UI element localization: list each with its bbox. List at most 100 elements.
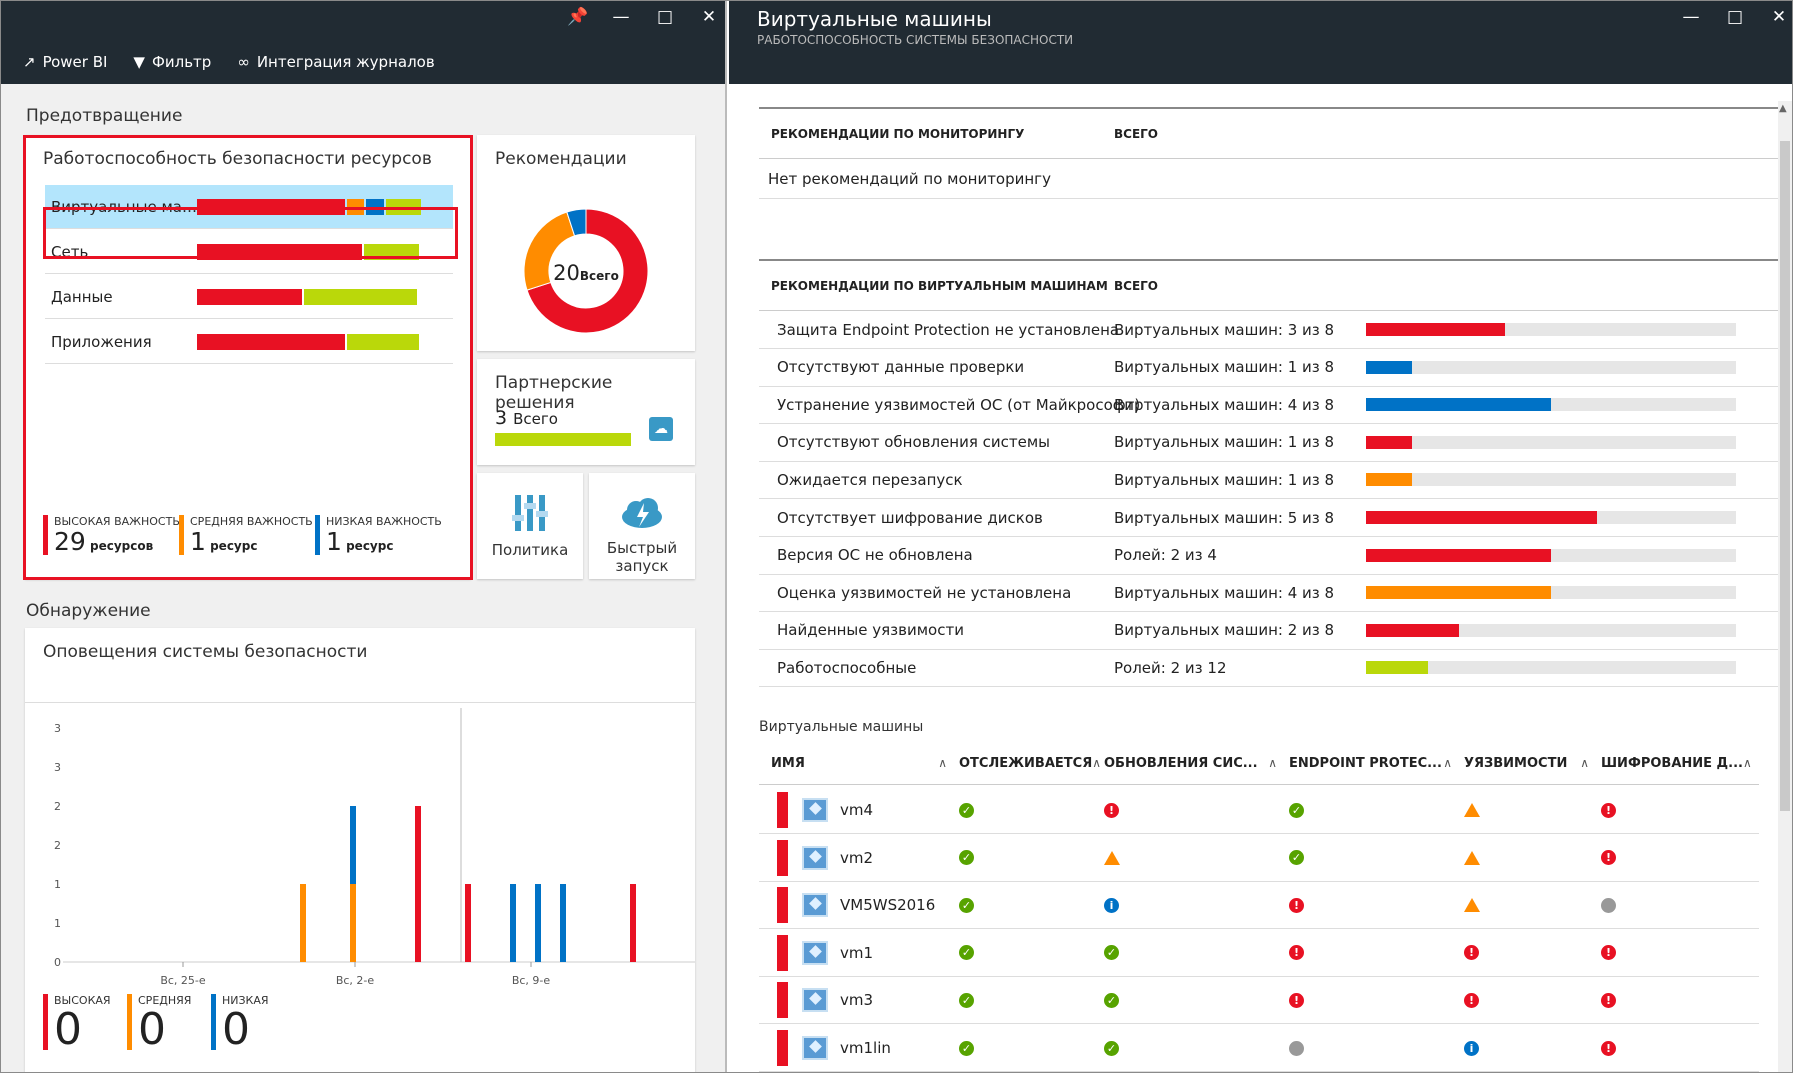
vm-table-row[interactable]: vm1lin ✓ ✓ i!: [759, 1025, 1759, 1072]
vm-rec-row[interactable]: Найденные уязвимости Виртуальных машин: 2…: [759, 612, 1789, 650]
legend-count: 0: [54, 1004, 82, 1055]
vm-table-row[interactable]: vm3 ✓ ✓!!!: [759, 977, 1759, 1025]
minimize-icon[interactable]: —: [611, 7, 631, 27]
vm-status-cell: ✓: [1104, 992, 1289, 1008]
highlight-frame: [23, 135, 473, 580]
right-window-controls: — □ ✕: [1681, 7, 1789, 27]
vm-rec-bar-track: [1366, 473, 1736, 487]
warning-icon: [1464, 803, 1480, 817]
vm-table-row[interactable]: vm4 ✓! ✓!: [759, 787, 1759, 834]
pin-icon[interactable]: 📌: [567, 7, 588, 27]
monitoring-col-total: ВСЕГО: [1114, 126, 1158, 141]
recommendations-total-unit: Всего: [579, 269, 619, 283]
check-icon: ✓: [1104, 992, 1119, 1008]
policy-tile[interactable]: Политика: [477, 473, 583, 579]
partner-solutions-card[interactable]: Партнерские решения 3 Всего ☁: [477, 359, 695, 465]
virtual-machines-blade: Виртуальные машины РАБОТОСПОСОБНОСТЬ СИС…: [729, 1, 1792, 1072]
alert-bar: [535, 884, 541, 962]
vm-status-cell: ✓: [959, 802, 1104, 818]
prevention-section-title: Предотвращение: [26, 106, 183, 126]
sort-chevron-icon[interactable]: ∧: [1092, 756, 1101, 770]
sort-chevron-icon[interactable]: ∧: [1743, 756, 1752, 770]
vm-rec-row[interactable]: Защита Endpoint Protection не установлен…: [759, 311, 1789, 349]
legend-text: ВЫСОКАЯ 0: [54, 994, 111, 1053]
y-tick-label: 2: [54, 800, 61, 813]
vm-status-cell: ✓: [959, 850, 1104, 866]
quickstart-tile[interactable]: Быстрый запуск: [589, 473, 695, 579]
alert-bar: [465, 884, 471, 962]
scroll-up-icon[interactable]: ▲: [1779, 103, 1787, 114]
vm-column-header[interactable]: ИМЯ ∧: [759, 756, 959, 771]
check-icon: ✓: [1289, 802, 1304, 818]
vm-table-row[interactable]: vm1 ✓ ✓!!!: [759, 930, 1759, 977]
close-icon[interactable]: ✕: [699, 7, 719, 27]
vm-column-header[interactable]: ШИФРОВАНИЕ Д... ∧: [1601, 756, 1759, 771]
vm-name-cell: vm2: [759, 839, 959, 876]
vm-rec-total: Ролей: 2 из 4: [1114, 546, 1217, 565]
filter-icon: ▼: [133, 53, 145, 71]
vm-status-cell: !: [1104, 802, 1289, 818]
vm-rec-row[interactable]: Оценка уязвимостей не установлена Виртуал…: [759, 574, 1789, 613]
sort-chevron-icon[interactable]: ∧: [1580, 756, 1589, 770]
vm-rec-row[interactable]: Работоспособные Ролей: 2 из 12: [759, 649, 1789, 688]
vm-rec-row[interactable]: Отсутствуют обновления системы Виртуальны…: [759, 424, 1789, 462]
recommendations-total: 20Всего: [477, 261, 695, 285]
vm-rec-name: Устранение уязвимостей ОС (от Майкрософт…: [777, 395, 1141, 414]
vm-table-row[interactable]: vm2 ✓ ✓!: [759, 835, 1759, 882]
legend-text: НИЗКАЯ 0: [222, 994, 269, 1053]
maximize-icon[interactable]: □: [1725, 7, 1745, 27]
vm-column-header[interactable]: ОТСЛЕЖИВАЕТСЯ ∧: [959, 756, 1104, 771]
maximize-icon[interactable]: □: [655, 7, 675, 27]
vm-status-cell: ✓: [959, 897, 1104, 913]
vm-name-cell: vm1: [759, 934, 959, 971]
alert-bar: [630, 884, 636, 962]
vm-severity-stripe: [777, 1030, 788, 1066]
vm-rec-bar-fill: [1366, 323, 1505, 336]
vm-name-cell: vm4: [759, 792, 959, 828]
virtual-machine-icon: [802, 988, 828, 1013]
alerts-divider: [25, 702, 695, 703]
right-scrollbar[interactable]: ▲: [1778, 101, 1792, 1072]
x-tick-label: Вс, 2-е: [336, 974, 375, 987]
vm-status-cell: [1464, 850, 1601, 865]
vm-rec-total: Виртуальных машин: 1 из 8: [1114, 433, 1335, 452]
recommendations-total-count: 20: [553, 261, 580, 285]
alert-bar: [350, 884, 356, 962]
warning-icon: [1464, 898, 1480, 913]
check-icon: ✓: [959, 1040, 974, 1056]
alerts-chart: 0 1 1 2 2 3 3 Вс, 25-е Вс, 2-е Вс, 9-е: [54, 708, 695, 987]
vm-rec-total: Виртуальных машин: 5 из 8: [1114, 508, 1335, 527]
recommendations-card[interactable]: Рекомендации 20Всего: [477, 135, 695, 351]
power-bi-button[interactable]: ↗ Power BI: [23, 53, 107, 71]
log-integration-button[interactable]: ∞ Интеграция журналов: [237, 53, 434, 71]
vm-status-cell: [1464, 898, 1601, 913]
alert-legend-item[interactable]: СРЕДНЯЯ 0: [127, 994, 191, 1053]
alert-legend-item[interactable]: НИЗКАЯ 0: [211, 994, 269, 1053]
minimize-icon[interactable]: —: [1681, 7, 1701, 27]
vm-column-header[interactable]: ENDPOINT PROTEC... ∧: [1289, 756, 1464, 771]
vm-severity-stripe: [777, 982, 788, 1019]
scroll-thumb[interactable]: [1780, 141, 1790, 811]
security-alerts-card[interactable]: Оповещения системы безопасности 0 1 1 2 2 3 3 В…: [25, 628, 695, 1072]
vm-table-row[interactable]: VM5WS2016 ✓ i!: [759, 882, 1759, 930]
error-icon: !: [1464, 992, 1479, 1008]
sort-chevron-icon[interactable]: ∧: [938, 756, 947, 770]
vm-rec-row[interactable]: Устранение уязвимостей ОС (от Майкрософт…: [759, 386, 1789, 425]
filter-button[interactable]: ▼ Фильтр: [133, 53, 211, 71]
y-tick-label: 3: [54, 761, 61, 774]
virtual-machine-icon: [802, 893, 828, 918]
vm-rec-row[interactable]: Версия ОС не обновлена Ролей: 2 из 4: [759, 537, 1789, 575]
vm-column-header[interactable]: УЯЗВИМОСТИ ∧: [1464, 756, 1601, 771]
vm-rec-row[interactable]: Отсутствуют данные проверки Виртуальных м…: [759, 349, 1789, 387]
vm-status-cell: [1104, 850, 1289, 865]
error-icon: !: [1601, 802, 1616, 818]
sort-chevron-icon[interactable]: ∧: [1443, 756, 1452, 770]
vm-rec-row[interactable]: Отсутствует шифрование дисков Виртуальных…: [759, 499, 1789, 537]
vm-rec-row[interactable]: Ожидается перезапуск Виртуальных машин: 1…: [759, 461, 1789, 500]
alert-legend-item[interactable]: ВЫСОКАЯ 0: [43, 994, 111, 1053]
vm-column-header[interactable]: ОБНОВЛЕНИЯ СИС... ∧: [1104, 756, 1289, 771]
y-tick-label: 1: [54, 878, 61, 891]
sort-chevron-icon[interactable]: ∧: [1268, 756, 1277, 770]
close-icon[interactable]: ✕: [1769, 7, 1789, 27]
vm-rec-bar-track: [1366, 398, 1736, 412]
